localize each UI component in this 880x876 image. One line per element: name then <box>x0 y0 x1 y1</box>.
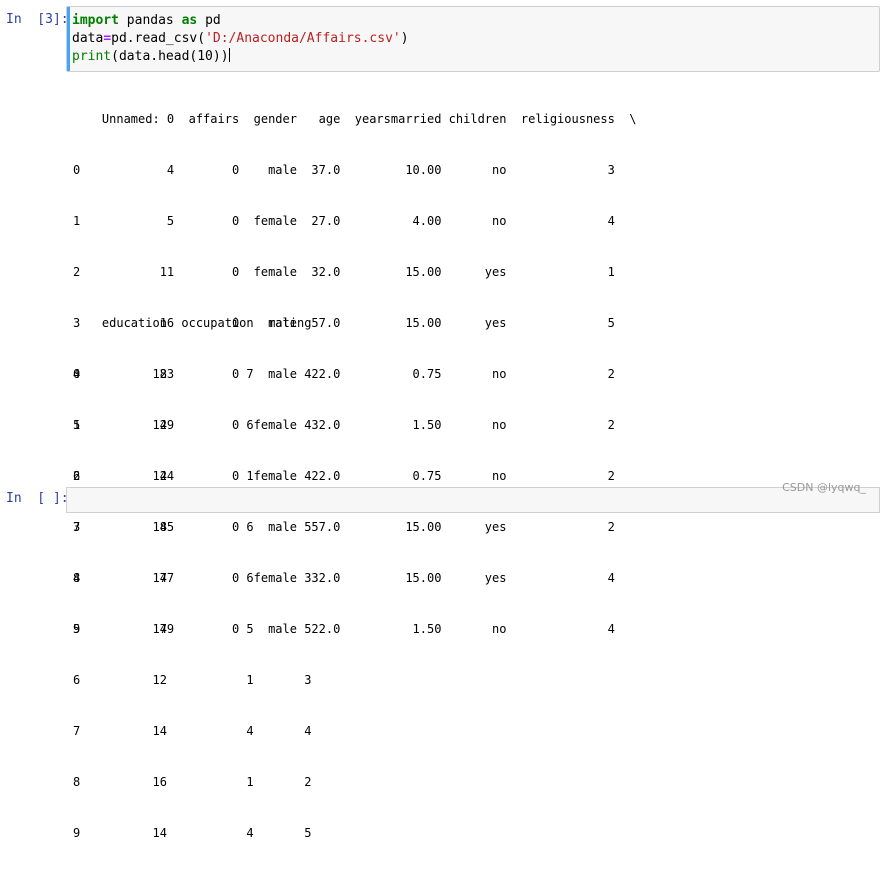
table-row: 9 14 4 5 <box>73 826 312 840</box>
output-gutter <box>0 72 66 480</box>
string-literal: 'D:/Anaconda/Affairs.csv' <box>205 31 401 46</box>
table-row: 5 17 5 5 <box>73 622 312 636</box>
active-cell-indicator <box>67 7 70 71</box>
dataframe-output-part2: education occupation rating 0 18 7 4 1 1… <box>73 281 311 876</box>
code-line-2[interactable]: data=pd.read_csv('D:/Anaconda/Affairs.cs… <box>72 31 409 46</box>
table-row: 0 4 0 male 37.0 10.00 no 3 <box>73 163 615 177</box>
code-line-1[interactable]: import pandas as pd <box>72 13 221 28</box>
table-row: 0 18 7 4 <box>73 367 312 381</box>
table-row: 1 14 6 4 <box>73 418 312 432</box>
builtin-print: print <box>72 49 112 64</box>
table-header: education occupation rating <box>73 316 312 330</box>
call-args: (data.head(10)) <box>111 49 229 64</box>
watermark: CSDN @lyqwq_ <box>782 481 866 494</box>
keyword-import: import <box>72 13 119 28</box>
code-line-3[interactable]: print(data.head(10)) <box>72 48 230 64</box>
text-cursor <box>228 48 230 62</box>
alias-name: pd <box>197 13 221 28</box>
table-row: 2 11 0 female 32.0 15.00 yes 1 <box>73 265 615 279</box>
keyword-as: as <box>181 13 198 28</box>
close-paren: ) <box>400 31 409 46</box>
code-cell-3[interactable]: In [3]: import pandas as pd data=pd.read… <box>0 0 880 72</box>
table-row: 2 12 1 4 <box>73 469 312 483</box>
input-prompt: In [3]: <box>6 12 69 27</box>
cell-output: Unnamed: 0 affairs gender age yearsmarri… <box>0 72 880 840</box>
table-row: 6 12 1 3 <box>73 673 312 687</box>
module-name: pandas <box>118 13 182 28</box>
table-row: 8 16 1 2 <box>73 775 312 789</box>
table-row: 7 14 4 4 <box>73 724 312 738</box>
var-name: data <box>72 31 104 46</box>
table-row: 3 18 6 5 <box>73 520 312 534</box>
table-row: 4 17 6 3 <box>73 571 312 585</box>
table-row: 1 5 0 female 27.0 4.00 no 4 <box>73 214 615 228</box>
assign-operator: = <box>103 31 112 46</box>
table-header: Unnamed: 0 affairs gender age yearsmarri… <box>73 112 637 126</box>
call-expr: pd.read_csv( <box>111 31 206 46</box>
empty-code-cell-input[interactable] <box>66 487 880 513</box>
